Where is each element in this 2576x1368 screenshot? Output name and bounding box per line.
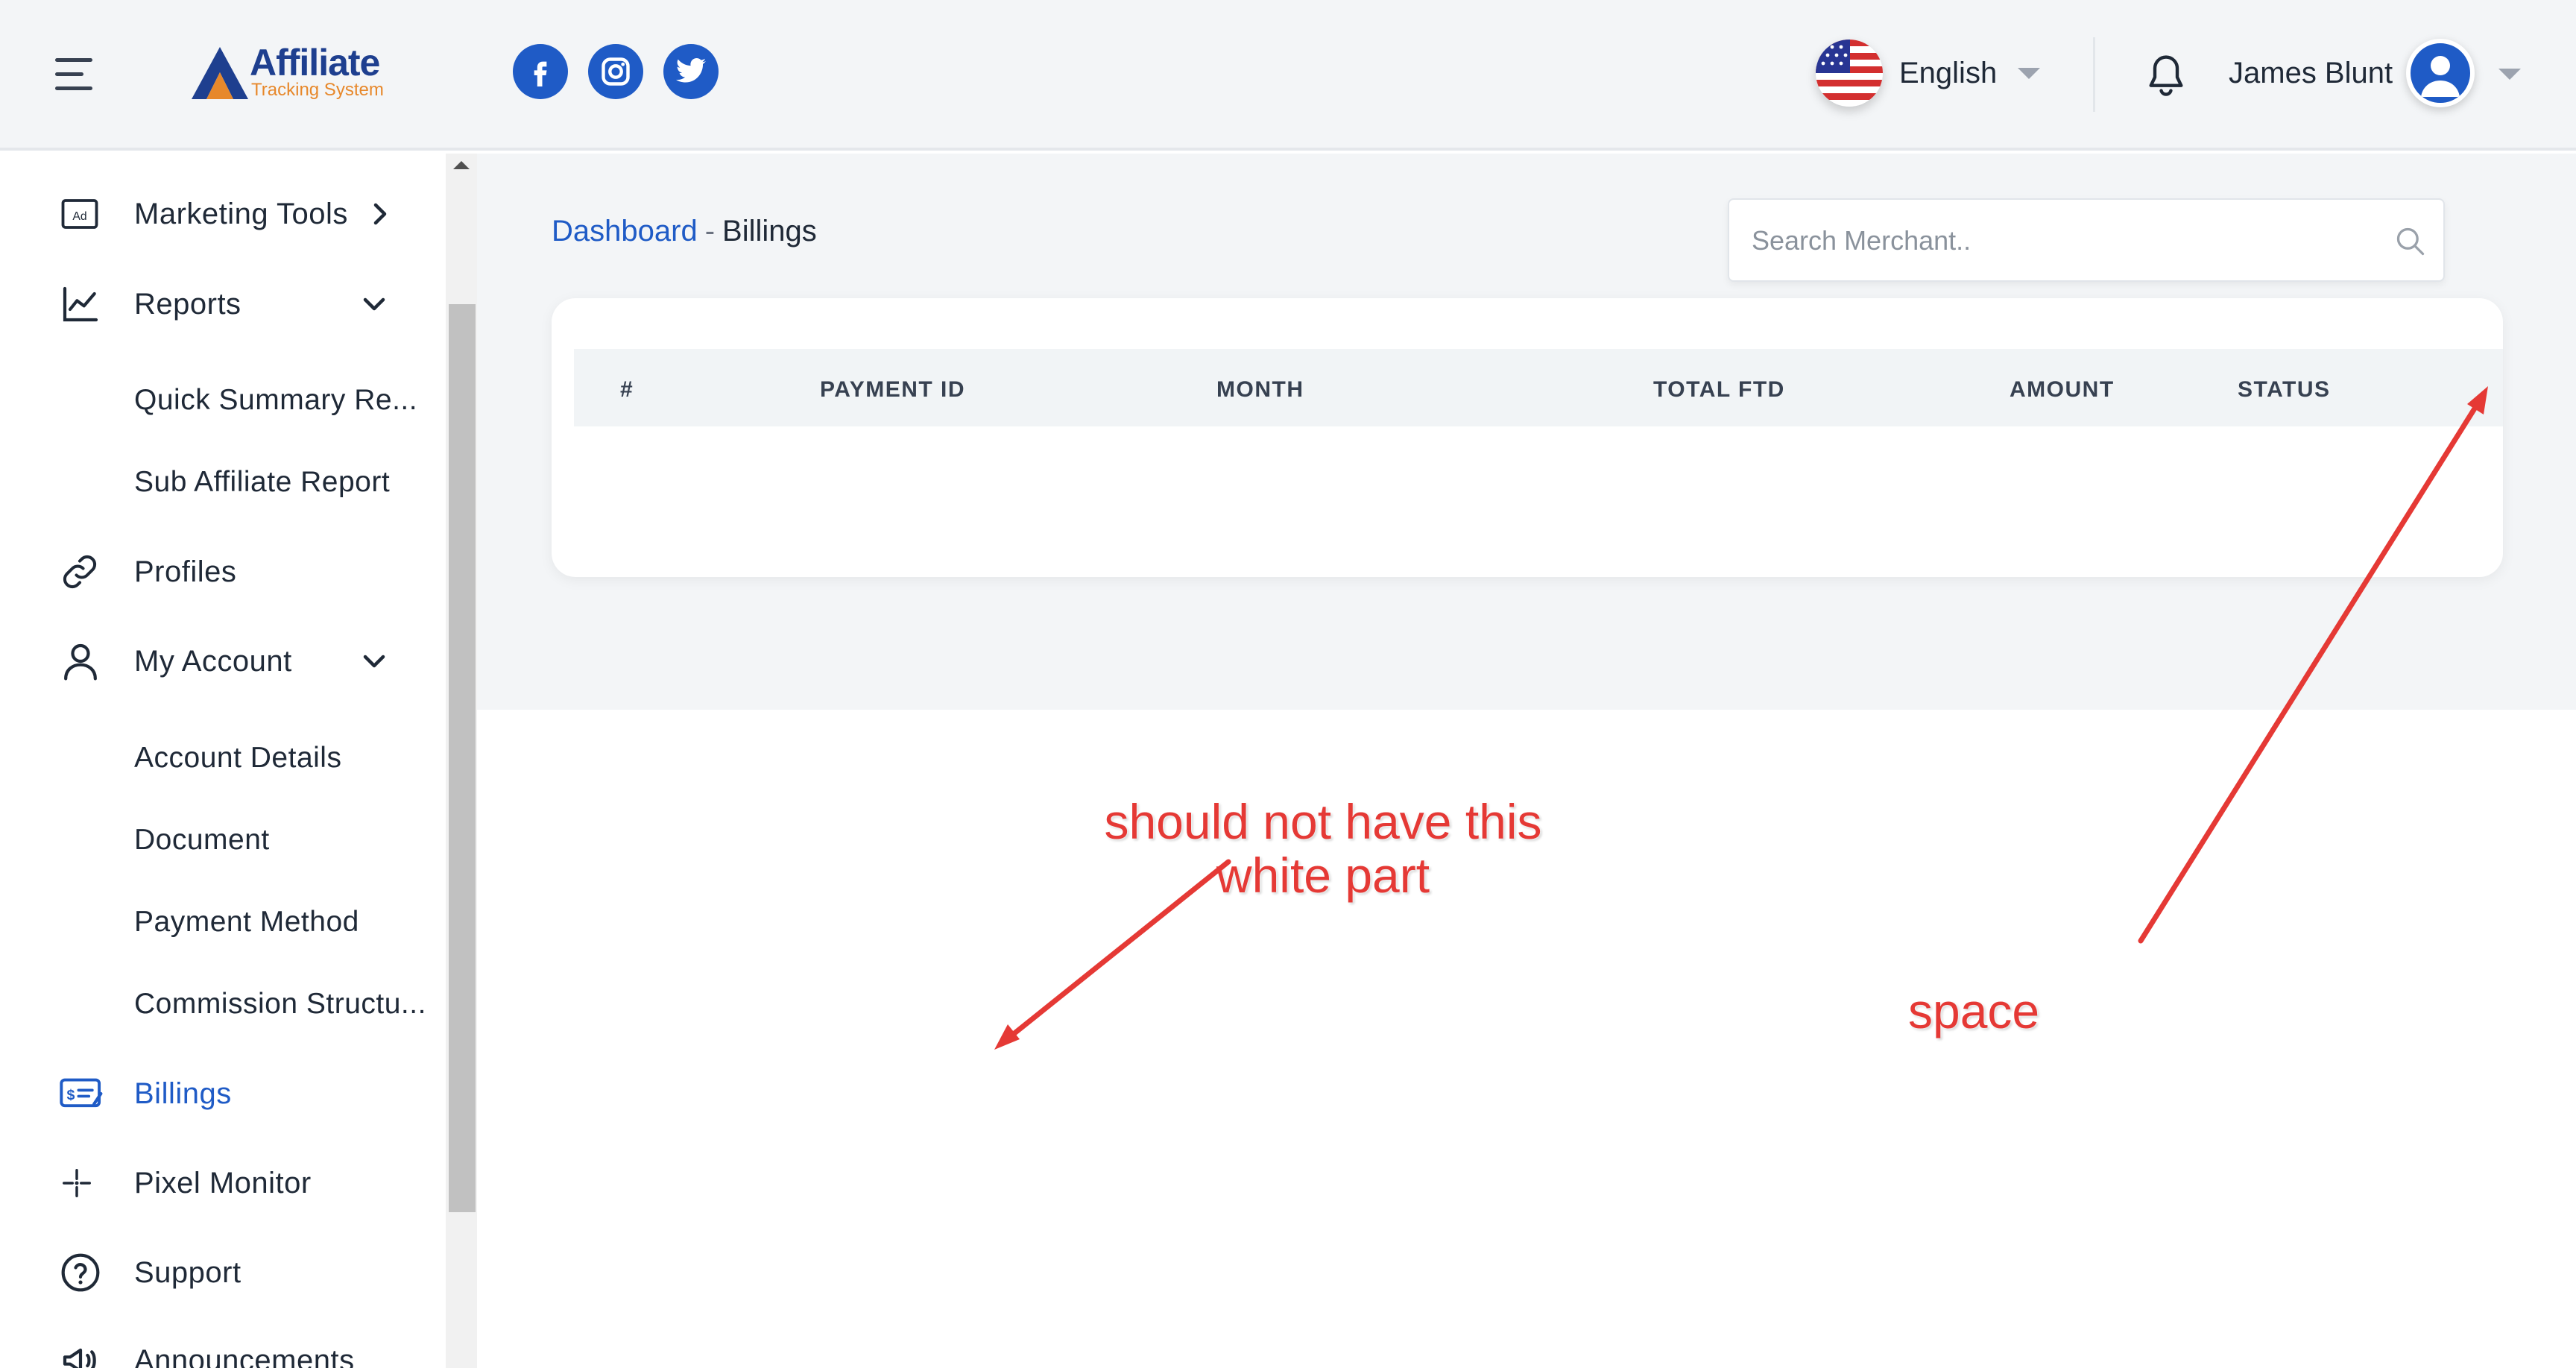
sidebar-subitem-quick-summary[interactable]: Quick Summary Re... bbox=[0, 359, 446, 441]
column-header-total-ftd[interactable]: TOTAL FTD bbox=[1653, 377, 1785, 403]
sparkle-icon bbox=[63, 1169, 91, 1197]
breadcrumb-current: Billings bbox=[722, 215, 817, 248]
user-icon bbox=[64, 643, 97, 681]
breadcrumb-separator: - bbox=[704, 215, 716, 248]
billing-icon: $ bbox=[60, 1078, 103, 1108]
sidebar-item-label: Marketing Tools bbox=[134, 197, 348, 230]
ad-icon: Ad bbox=[61, 199, 98, 229]
sidebar-subitem-payment-method[interactable]: Payment Method bbox=[0, 881, 446, 963]
sidebar-subitem-sub-affiliate-report[interactable]: Sub Affiliate Report bbox=[0, 441, 446, 523]
sidebar-item-label: Payment Method bbox=[134, 906, 359, 938]
annotation-line-2: white part bbox=[1216, 848, 1430, 903]
twitter-icon[interactable] bbox=[663, 44, 719, 99]
user-menu-caret-icon[interactable] bbox=[2498, 69, 2521, 80]
scroll-up-arrow-icon[interactable] bbox=[453, 161, 470, 169]
instagram-icon[interactable] bbox=[588, 44, 643, 99]
annotation-arrowhead-left bbox=[994, 1024, 1020, 1050]
sidebar-item-label: Commission Structu... bbox=[134, 988, 426, 1020]
logo-mark-icon bbox=[192, 47, 248, 99]
sidebar-item-profiles[interactable]: Profiles bbox=[0, 531, 446, 613]
sidebar-subitem-commission-structure[interactable]: Commission Structu... bbox=[0, 963, 446, 1045]
user-name[interactable]: James Blunt bbox=[2229, 57, 2393, 90]
column-header-status[interactable]: STATUS bbox=[2238, 377, 2331, 403]
search-input[interactable] bbox=[1752, 222, 2363, 259]
breadcrumb: Dashboard - Billings bbox=[552, 215, 817, 248]
sidebar-scroll-thumb[interactable] bbox=[449, 304, 476, 1212]
sidebar-item-support[interactable]: Support bbox=[0, 1232, 446, 1314]
megaphone-icon bbox=[63, 1348, 96, 1368]
facebook-icon[interactable] bbox=[513, 44, 568, 99]
billings-table-card bbox=[552, 298, 2503, 577]
caret-down-icon bbox=[2018, 67, 2041, 79]
header-divider bbox=[2093, 37, 2095, 112]
sidebar-item-label: Quick Summary Re... bbox=[134, 384, 418, 416]
svg-text:Ad: Ad bbox=[72, 210, 86, 223]
sidebar-item-label: Billings bbox=[134, 1077, 232, 1110]
sidebar-item-my-account[interactable]: My Account bbox=[0, 620, 446, 702]
sidebar-item-label: Profiles bbox=[134, 555, 237, 588]
sidebar-item-billings[interactable]: $ Billings bbox=[0, 1053, 446, 1135]
top-bar: Affiliate Tracking System English James … bbox=[0, 0, 2576, 151]
us-flag-icon bbox=[1816, 40, 1883, 107]
search-box bbox=[1728, 198, 2445, 282]
breadcrumb-dashboard-link[interactable]: Dashboard bbox=[552, 215, 698, 248]
annotation-white-part-note: should not have this white part bbox=[1103, 795, 1543, 902]
sidebar-item-label: Reports bbox=[134, 287, 242, 321]
chevron-down-icon bbox=[363, 655, 385, 668]
sidebar-item-label: Support bbox=[134, 1255, 242, 1289]
search-icon[interactable] bbox=[2394, 225, 2427, 258]
sidebar-subitem-document[interactable]: Document bbox=[0, 799, 446, 881]
sidebar-item-label: My Account bbox=[134, 644, 292, 678]
help-circle-icon bbox=[61, 1253, 100, 1292]
annotation-space-note: space bbox=[1908, 983, 2040, 1038]
logo-subtitle: Tracking System bbox=[251, 80, 384, 100]
column-header-payment-id[interactable]: PAYMENT ID bbox=[820, 377, 965, 403]
app-logo[interactable]: Affiliate Tracking System bbox=[190, 41, 384, 105]
annotation-line-1: should not have this bbox=[1104, 794, 1542, 849]
column-header-month[interactable]: MONTH bbox=[1216, 377, 1304, 403]
sidebar-item-label: Sub Affiliate Report bbox=[134, 466, 391, 498]
menu-toggle-icon[interactable] bbox=[55, 58, 97, 91]
sidebar-item-label: Pixel Monitor bbox=[134, 1166, 312, 1200]
sidebar-item-marketing-tools[interactable]: Ad Marketing Tools bbox=[0, 173, 446, 255]
logo-title: Affiliate bbox=[250, 42, 380, 83]
sidebar-item-label: Account Details bbox=[134, 742, 342, 774]
language-selector[interactable]: English bbox=[1816, 39, 2041, 107]
column-header-number[interactable]: # bbox=[620, 377, 634, 403]
chevron-right-icon bbox=[373, 203, 387, 225]
sidebar-subitem-account-details[interactable]: Account Details bbox=[0, 717, 446, 799]
sidebar-item-label: Document bbox=[134, 824, 270, 856]
chevron-down-icon bbox=[363, 297, 385, 311]
chart-line-icon bbox=[63, 286, 98, 322]
sidebar-item-reports[interactable]: Reports bbox=[0, 263, 446, 345]
sidebar-item-announcements[interactable]: Announcements bbox=[0, 1320, 446, 1368]
svg-text:$: $ bbox=[67, 1087, 75, 1103]
column-header-amount[interactable]: AMOUNT bbox=[2010, 377, 2115, 403]
sidebar-item-label: Announcements bbox=[134, 1343, 355, 1368]
bell-icon[interactable] bbox=[2145, 54, 2187, 98]
sidebar-item-pixel-monitor[interactable]: Pixel Monitor bbox=[0, 1142, 446, 1224]
language-label: English bbox=[1899, 56, 1998, 89]
link-icon bbox=[63, 555, 97, 589]
avatar[interactable] bbox=[2406, 39, 2475, 107]
